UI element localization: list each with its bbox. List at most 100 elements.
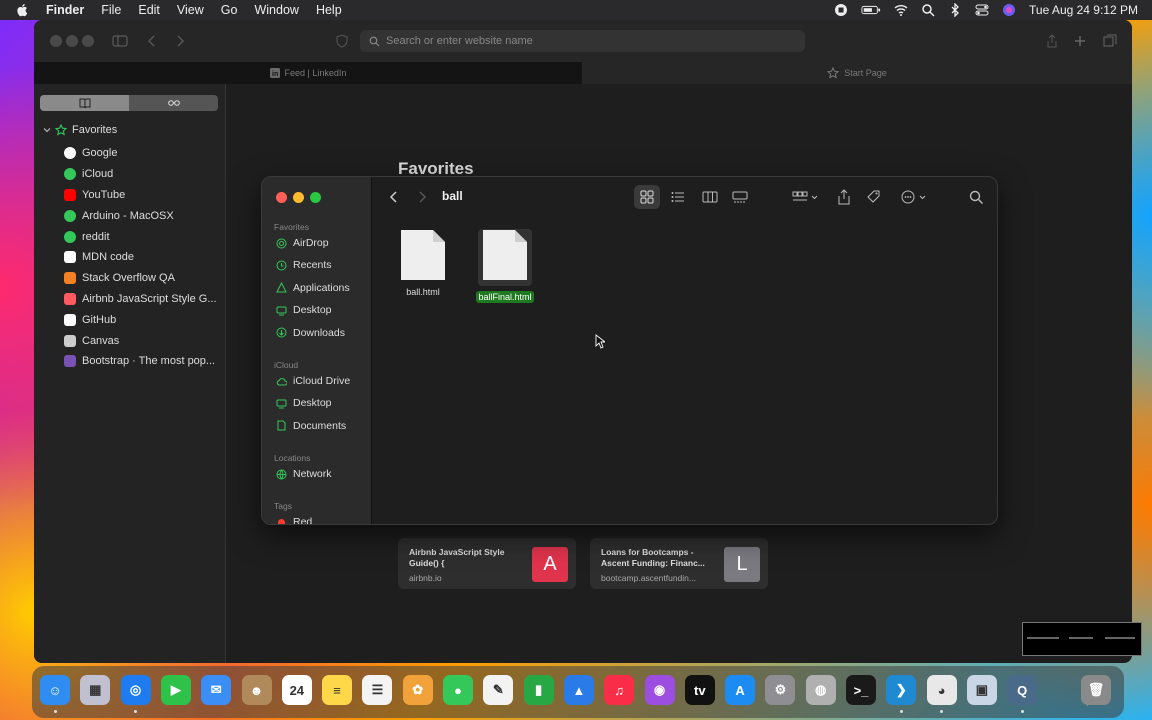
- dock-app-tv[interactable]: tv: [684, 675, 715, 705]
- dock-app-terminal[interactable]: >_: [846, 675, 876, 705]
- gallery-view-icon[interactable]: [732, 189, 748, 205]
- menu-help[interactable]: Help: [316, 3, 342, 17]
- menu-view[interactable]: View: [177, 3, 204, 17]
- list-view-icon[interactable]: [670, 189, 686, 205]
- dock-app-mail[interactable]: ✉: [201, 675, 232, 705]
- sidebar-item[interactable]: Downloads: [276, 327, 345, 339]
- menu-edit[interactable]: Edit: [138, 3, 160, 17]
- dock-app-messages[interactable]: ●: [443, 675, 473, 705]
- forward-icon[interactable]: [414, 189, 430, 205]
- close-window-button[interactable]: [50, 35, 62, 47]
- sidebar-item[interactable]: Applications: [276, 282, 350, 294]
- file-item-selected[interactable]: ballFinal.html: [472, 229, 538, 303]
- bookmark-item[interactable]: reddit: [64, 226, 217, 247]
- recent-card-ascent[interactable]: Loans for Bootcamps - Ascent Funding: Fi…: [590, 538, 768, 589]
- close-button[interactable]: [276, 192, 287, 203]
- reading-list-segment[interactable]: [129, 95, 218, 111]
- menu-go[interactable]: Go: [221, 3, 238, 17]
- sidebar-item[interactable]: iCloud Drive: [276, 375, 350, 387]
- bookmark-item[interactable]: Google: [64, 143, 217, 164]
- dock-app-notes[interactable]: ≡: [322, 675, 353, 705]
- file-item[interactable]: ball.html: [390, 229, 456, 298]
- dock-app-trash[interactable]: 🗑: [1081, 675, 1111, 705]
- bookmark-item[interactable]: Stack Overflow QA: [64, 268, 217, 289]
- menu-app-name[interactable]: Finder: [46, 3, 84, 17]
- tag-icon[interactable]: [866, 189, 882, 205]
- sidebar-toggle-icon[interactable]: [112, 33, 128, 49]
- screen-recording-preview[interactable]: [1022, 622, 1142, 656]
- zoom-window-button[interactable]: [82, 35, 94, 47]
- bookmark-item[interactable]: Canvas: [64, 330, 217, 351]
- dock-app-music[interactable]: ♫: [604, 675, 635, 705]
- sidebar-item[interactable]: Desktop: [276, 304, 332, 316]
- battery-icon[interactable]: [861, 3, 881, 17]
- icon-view-button[interactable]: [634, 185, 660, 209]
- dock-app-finder[interactable]: ☺: [40, 675, 70, 705]
- zoom-button[interactable]: [310, 192, 321, 203]
- dock-app-calendar[interactable]: 24: [281, 675, 312, 705]
- bookmark-item[interactable]: YouTube: [64, 185, 217, 206]
- back-icon[interactable]: [144, 33, 160, 49]
- dock-app-preview[interactable]: ▣: [966, 675, 997, 705]
- bookmark-item[interactable]: GitHub: [64, 309, 217, 330]
- new-tab-icon[interactable]: [1072, 33, 1088, 49]
- dock-app-podcasts[interactable]: ◉: [644, 675, 675, 705]
- share-icon[interactable]: [836, 189, 852, 205]
- dock-app-system-preferences[interactable]: ⚙: [765, 675, 796, 705]
- running-indicator: [1020, 710, 1024, 713]
- dock-app-facetime[interactable]: ▶: [160, 675, 191, 705]
- search-icon[interactable]: [968, 189, 984, 205]
- dock-app-app-store[interactable]: A: [725, 675, 756, 705]
- bookmark-item[interactable]: Bootstrap · The most pop...: [64, 351, 217, 372]
- dock-app-visual-studio-code[interactable]: ❯: [886, 675, 917, 705]
- bluetooth-icon[interactable]: [948, 3, 962, 17]
- favorites-folder[interactable]: Favorites: [42, 124, 117, 136]
- menu-file[interactable]: File: [101, 3, 121, 17]
- dock-app-launchpad[interactable]: ▦: [80, 675, 111, 705]
- bookmark-item[interactable]: Arduino - MacOSX: [64, 205, 217, 226]
- more-actions-icon[interactable]: [900, 189, 928, 205]
- group-by-icon[interactable]: [792, 189, 818, 205]
- menubar-clock[interactable]: Tue Aug 24 9:12 PM: [1029, 3, 1138, 17]
- sidebar-item[interactable]: Desktop: [276, 397, 332, 409]
- minimize-window-button[interactable]: [66, 35, 78, 47]
- bookmark-item[interactable]: Airbnb JavaScript Style G...: [64, 289, 217, 310]
- spotlight-icon[interactable]: [921, 3, 935, 17]
- column-view-icon[interactable]: [702, 189, 718, 205]
- sidebar-item[interactable]: Recents: [276, 259, 332, 271]
- address-bar[interactable]: Search or enter website name: [360, 30, 805, 52]
- minimize-button[interactable]: [293, 192, 304, 203]
- forward-icon[interactable]: [172, 33, 188, 49]
- sidebar-item[interactable]: Network: [276, 468, 332, 480]
- tab-start-page[interactable]: Start Page: [582, 62, 1132, 84]
- control-center-icon[interactable]: [975, 3, 989, 17]
- sidebar-item[interactable]: Red: [276, 516, 312, 524]
- wifi-icon[interactable]: [894, 3, 908, 17]
- apple-icon[interactable]: [16, 3, 30, 17]
- dock-app-photos[interactable]: ✿: [402, 675, 433, 705]
- tab-linkedin[interactable]: in Feed | LinkedIn: [34, 62, 582, 84]
- tab-overview-icon[interactable]: [1102, 33, 1118, 49]
- privacy-shield-icon[interactable]: [334, 33, 350, 49]
- bookmarks-segment[interactable]: [40, 95, 129, 111]
- share-icon[interactable]: [1044, 33, 1060, 49]
- dock-app-keynote[interactable]: ▲: [563, 675, 594, 705]
- dock-app-safari[interactable]: ◎: [120, 675, 151, 705]
- dock-app-reminders[interactable]: ☰: [362, 675, 393, 705]
- menu-window[interactable]: Window: [254, 3, 298, 17]
- back-icon[interactable]: [386, 189, 402, 205]
- dock-app-quicktime[interactable]: Q: [1007, 675, 1038, 705]
- sidebar-item[interactable]: AirDrop: [276, 237, 329, 249]
- bookmark-list: Google iCloud YouTube Arduino - MacOSX reddi…: [64, 143, 217, 372]
- bookmark-item[interactable]: MDN code: [64, 247, 217, 268]
- dock-app-disk-utility[interactable]: ◍: [805, 675, 836, 705]
- screen-record-icon[interactable]: [834, 3, 848, 17]
- dock-app-chrome[interactable]: ◕: [926, 675, 957, 705]
- recent-card-airbnb[interactable]: Airbnb JavaScript Style Guide() { airbnb…: [398, 538, 576, 589]
- dock-app-contacts[interactable]: ☻: [241, 675, 272, 705]
- dock-app-freeform[interactable]: ✎: [483, 675, 514, 705]
- dock-app-numbers[interactable]: ▮: [523, 675, 554, 705]
- siri-icon[interactable]: [1002, 3, 1016, 17]
- bookmark-item[interactable]: iCloud: [64, 164, 217, 185]
- sidebar-item[interactable]: Documents: [276, 420, 346, 432]
